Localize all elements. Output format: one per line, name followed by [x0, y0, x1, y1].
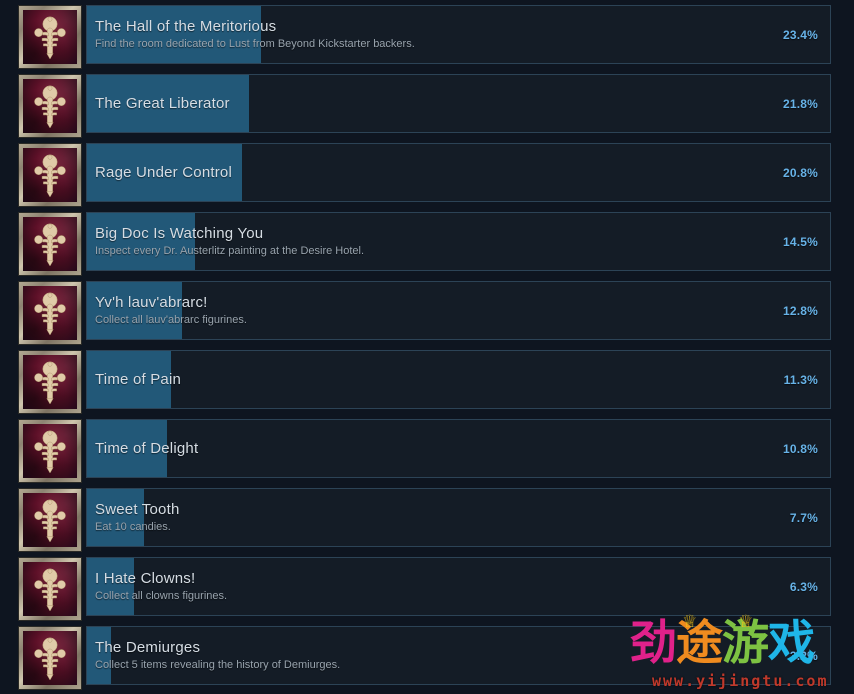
achievement-icon: [18, 419, 82, 483]
achievement-icon: [18, 488, 82, 552]
achievement-icon: [18, 74, 82, 138]
achievement-icon: [18, 212, 82, 276]
achievement-row[interactable]: Time of Delight 10.8%: [0, 414, 854, 483]
achievement-row[interactable]: I Hate Clowns! Collect all clowns figuri…: [0, 552, 854, 621]
achievement-name: Time of Pain: [95, 370, 182, 388]
achievement-text: Time of Pain: [87, 351, 830, 408]
achievement-icon: [18, 281, 82, 345]
achievement-icon: [18, 143, 82, 207]
achievement-percent: 3.2%: [789, 648, 818, 663]
achievement-body[interactable]: Big Doc Is Watching You Inspect every Dr…: [86, 212, 831, 271]
achievement-body[interactable]: I Hate Clowns! Collect all clowns figuri…: [86, 557, 831, 616]
achievement-description: Collect all clowns figurines.: [95, 590, 228, 602]
achievement-row[interactable]: Big Doc Is Watching You Inspect every Dr…: [0, 207, 854, 276]
achievement-name: Big Doc Is Watching You: [95, 225, 264, 242]
achievement-percent: 6.3%: [789, 579, 818, 594]
achievement-row[interactable]: Rage Under Control 20.8%: [0, 138, 854, 207]
achievement-text: The Great Liberator: [87, 75, 830, 132]
achievement-row[interactable]: Time of Pain 11.3%: [0, 345, 854, 414]
emblem-glyph: [34, 568, 66, 611]
achievement-body[interactable]: The Hall of the Meritorious Find the roo…: [86, 5, 831, 64]
achievement-row[interactable]: The Hall of the Meritorious Find the roo…: [0, 0, 854, 69]
achievement-name: Time of Delight: [95, 439, 199, 457]
achievement-name: The Hall of the Meritorious: [95, 18, 277, 35]
achievement-name: The Demiurges: [95, 639, 201, 656]
achievement-percent: 7.7%: [789, 510, 818, 525]
achievement-body[interactable]: Rage Under Control 20.8%: [86, 143, 831, 202]
achievement-text: Big Doc Is Watching You Inspect every Dr…: [87, 213, 830, 270]
emblem-glyph: [34, 499, 66, 542]
achievement-text: I Hate Clowns! Collect all clowns figuri…: [87, 558, 830, 615]
achievement-percent: 12.8%: [782, 303, 818, 318]
achievement-name: Yv'h lauv'abrarc!: [95, 294, 208, 311]
emblem-glyph: [34, 637, 66, 680]
achievement-description: Eat 10 candies.: [95, 521, 171, 533]
emblem-glyph: [34, 430, 66, 473]
achievement-body[interactable]: Yv'h lauv'abrarc! Collect all lauv'abrar…: [86, 281, 831, 340]
achievement-percent: 23.4%: [782, 27, 818, 42]
achievement-description: Find the room dedicated to Lust from Bey…: [95, 38, 415, 50]
achievement-icon: [18, 626, 82, 690]
emblem-glyph: [34, 361, 66, 404]
achievement-body[interactable]: The Great Liberator 21.8%: [86, 74, 831, 133]
achievement-icon: [18, 5, 82, 69]
achievement-percent: 20.8%: [782, 165, 818, 180]
achievement-row[interactable]: The Great Liberator 21.8%: [0, 69, 854, 138]
achievement-percent: 10.8%: [782, 441, 818, 456]
achievement-percent: 21.8%: [782, 96, 818, 111]
achievement-text: The Hall of the Meritorious Find the roo…: [87, 6, 830, 63]
achievement-percent: 11.3%: [783, 372, 818, 387]
achievement-icon: [18, 350, 82, 414]
achievement-text: The Demiurges Collect 5 items revealing …: [87, 627, 830, 684]
achievement-text: Sweet Tooth Eat 10 candies.: [87, 489, 830, 546]
emblem-glyph: [34, 292, 66, 335]
achievement-body[interactable]: Time of Pain 11.3%: [86, 350, 831, 409]
achievement-row[interactable]: Sweet Tooth Eat 10 candies. 7.7%: [0, 483, 854, 552]
achievement-text: Yv'h lauv'abrarc! Collect all lauv'abrar…: [87, 282, 830, 339]
achievement-name: Sweet Tooth: [95, 501, 180, 518]
achievement-row[interactable]: The Demiurges Collect 5 items revealing …: [0, 621, 854, 690]
emblem-glyph: [34, 16, 66, 59]
achievement-name: The Great Liberator: [95, 94, 230, 112]
achievements-list: The Hall of the Meritorious Find the roo…: [0, 0, 854, 690]
achievement-text: Time of Delight: [87, 420, 830, 477]
emblem-glyph: [34, 223, 66, 266]
achievement-icon: [18, 557, 82, 621]
achievement-body[interactable]: The Demiurges Collect 5 items revealing …: [86, 626, 831, 685]
achievement-description: Collect all lauv'abrarc figurines.: [95, 314, 247, 326]
achievement-description: Inspect every Dr. Austerlitz painting at…: [95, 245, 365, 257]
achievement-description: Collect 5 items revealing the history of…: [95, 659, 341, 671]
achievement-body[interactable]: Sweet Tooth Eat 10 candies. 7.7%: [86, 488, 831, 547]
achievement-name: I Hate Clowns!: [95, 570, 196, 587]
achievement-body[interactable]: Time of Delight 10.8%: [86, 419, 831, 478]
achievement-text: Rage Under Control: [87, 144, 830, 201]
achievement-percent: 14.5%: [782, 234, 818, 249]
achievement-name: Rage Under Control: [95, 163, 233, 181]
emblem-glyph: [34, 85, 66, 128]
achievement-row[interactable]: Yv'h lauv'abrarc! Collect all lauv'abrar…: [0, 276, 854, 345]
emblem-glyph: [34, 154, 66, 197]
